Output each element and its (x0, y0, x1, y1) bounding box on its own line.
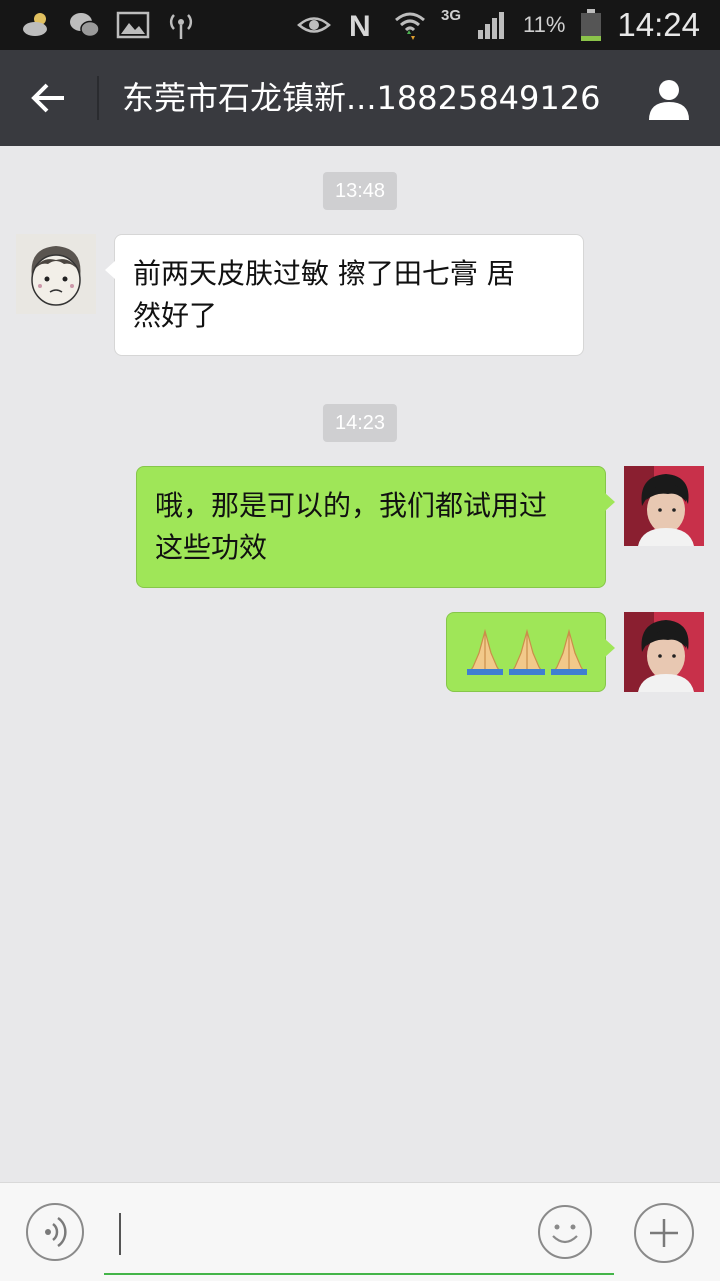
network-type-label: 3G (440, 6, 461, 24)
voice-button[interactable] (26, 1203, 84, 1261)
message-list[interactable]: 13:48 前两天皮肤过敏 擦了田七膏 居 然好了 14:23 哦，那是可以的，… (0, 146, 720, 1180)
back-button[interactable] (20, 74, 76, 122)
sent-message[interactable]: 哦，那是可以的，我们都试用过 这些功效 (136, 466, 615, 588)
eye-icon (297, 8, 331, 42)
gallery-icon (116, 8, 150, 42)
voice-icon (45, 1216, 67, 1248)
message-line: 前两天皮肤过敏 擦了田七膏 居 (133, 257, 515, 290)
message-line: 然好了 (133, 299, 218, 332)
battery-percent: 11% (523, 12, 566, 37)
back-arrow-icon (31, 83, 64, 113)
my-avatar[interactable] (624, 612, 704, 692)
contact-avatar[interactable] (16, 234, 96, 314)
chat-header: 东莞市石龙镇新...18825849126 (0, 50, 720, 146)
header-divider (97, 76, 99, 120)
praying-hands-icon (467, 628, 587, 675)
timestamp: 13:48 (322, 172, 398, 210)
timestamp: 14:23 (322, 404, 398, 442)
status-bar: N 3G 11% 14:24 (0, 0, 720, 50)
profile-icon (649, 80, 689, 120)
chat-title: 东莞市石龙镇新...18825849126 (122, 79, 601, 117)
input-bar (0, 1182, 720, 1281)
received-message[interactable]: 前两天皮肤过敏 擦了田七膏 居 然好了 (105, 234, 584, 356)
svg-text:N: N (349, 10, 371, 42)
emoji-icon (538, 1205, 592, 1259)
signal-broadcast-icon (164, 8, 198, 42)
battery-icon (579, 8, 603, 42)
message-line: 这些功效 (155, 531, 268, 564)
chat-info-button[interactable] (646, 76, 692, 122)
my-avatar[interactable] (624, 466, 704, 546)
wechat-icon (68, 8, 102, 42)
more-button[interactable] (634, 1203, 694, 1263)
message-line: 哦，那是可以的，我们都试用过 (155, 489, 548, 522)
sent-emoji-message[interactable] (446, 612, 615, 692)
weather-icon (20, 8, 54, 42)
text-caret (119, 1213, 121, 1255)
nfc-icon: N (345, 8, 379, 43)
status-time: 14:24 (617, 6, 700, 43)
plus-icon (650, 1219, 678, 1247)
emoji-button[interactable] (536, 1203, 594, 1261)
wifi-icon (393, 8, 427, 42)
cell-signal-icon (475, 8, 509, 42)
